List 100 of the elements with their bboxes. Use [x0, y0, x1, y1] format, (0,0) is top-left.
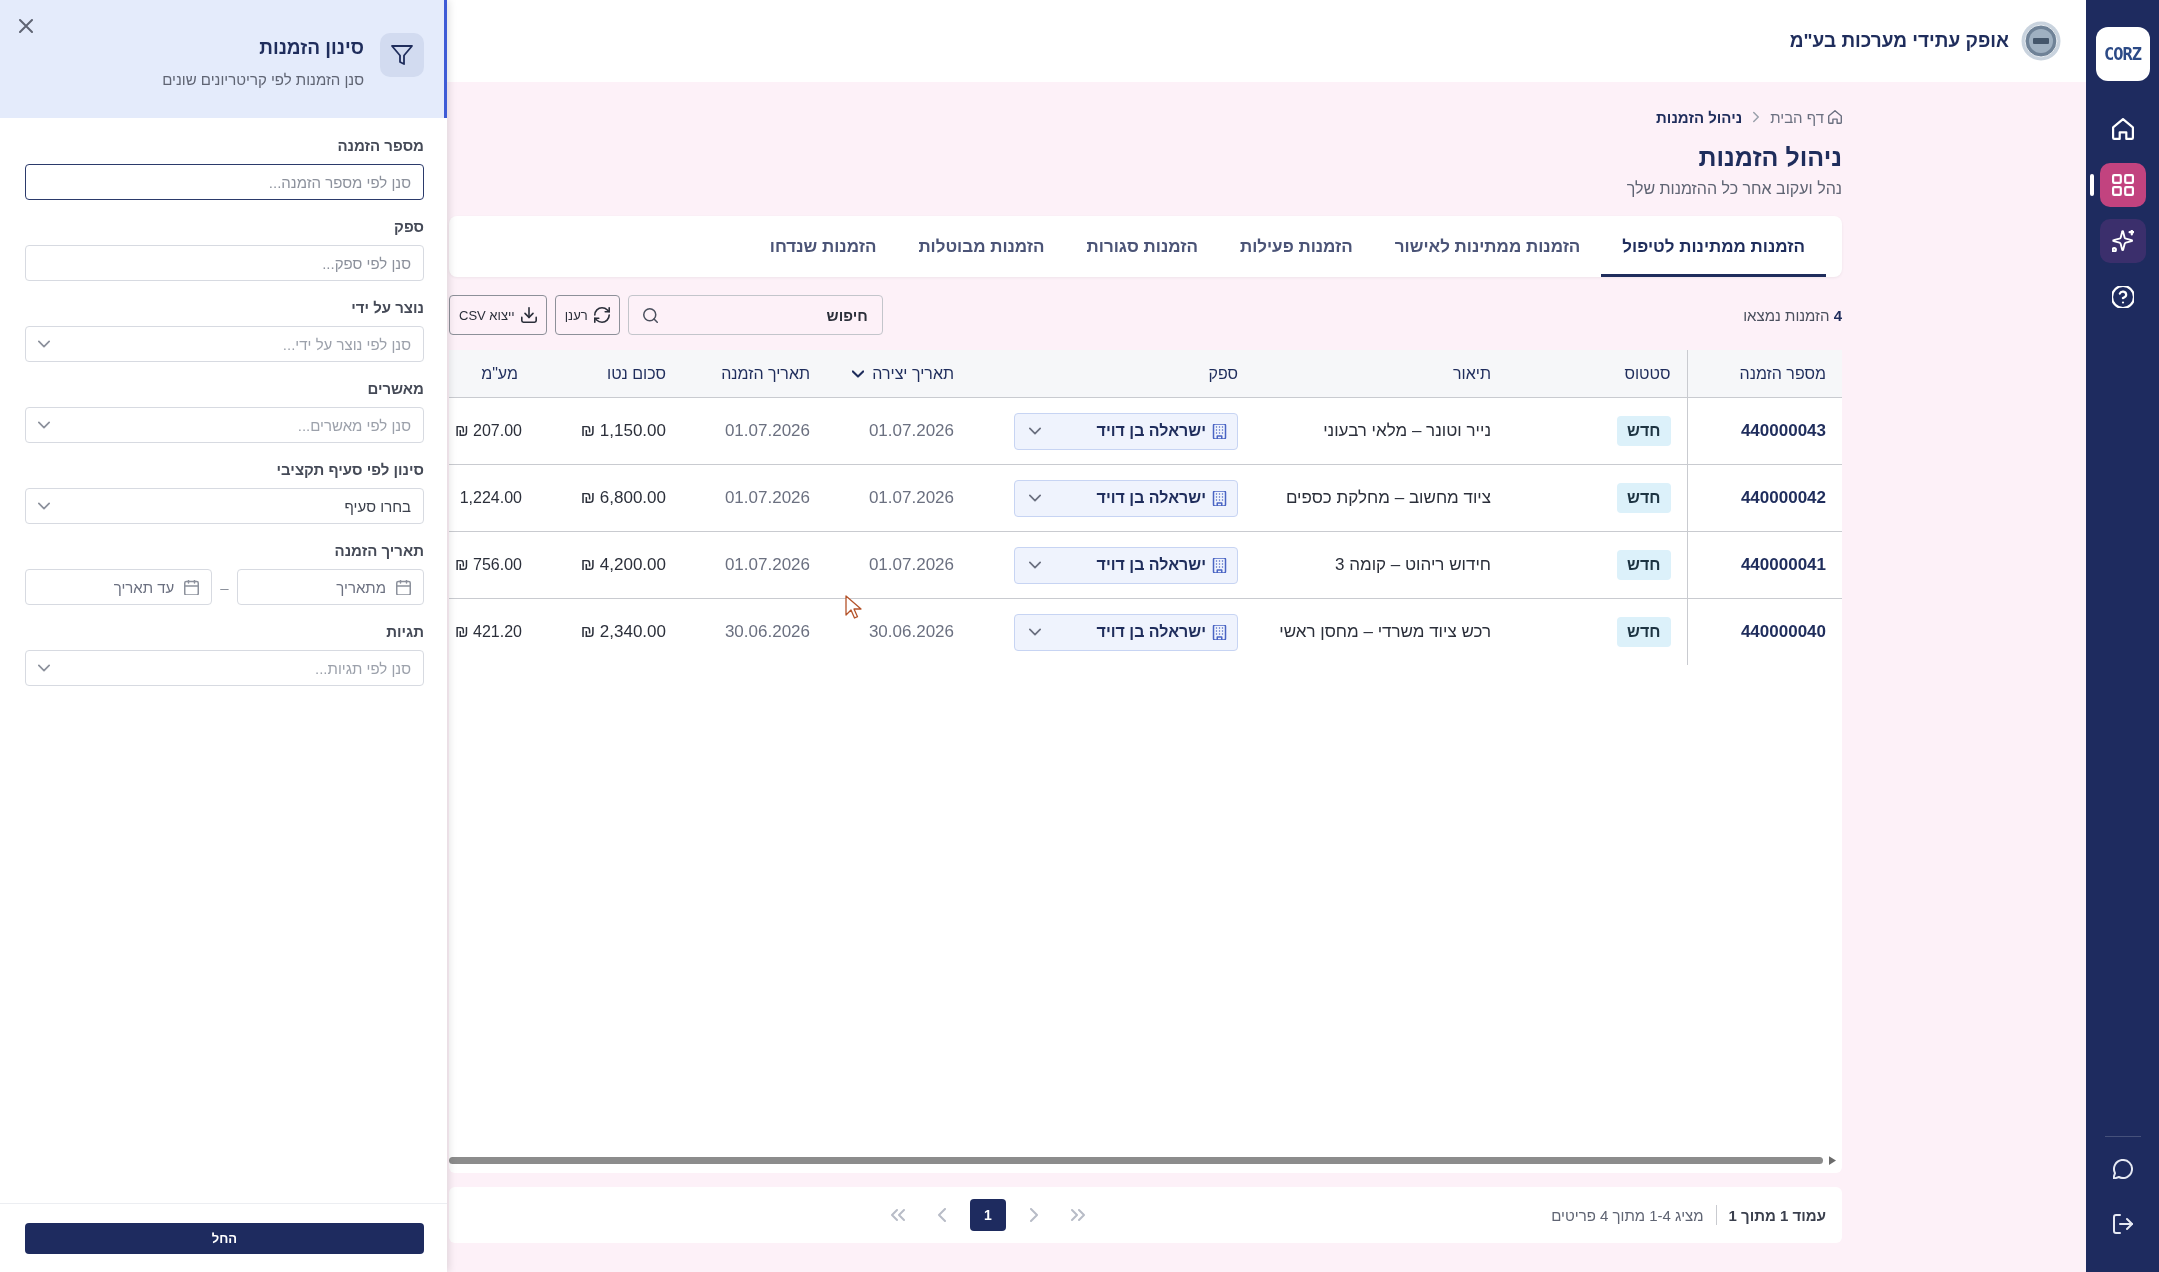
- supplier-select[interactable]: ישראלה בן דויד: [1014, 613, 1238, 651]
- column-header[interactable]: סטטוס: [1507, 350, 1687, 398]
- building-icon: [1212, 557, 1227, 573]
- tab[interactable]: הזמנות מבוטלות: [897, 216, 1066, 277]
- chat-icon: [2112, 1159, 2133, 1179]
- building-icon: [1212, 423, 1227, 439]
- home-icon: [1828, 110, 1842, 124]
- logout-icon: [2112, 1214, 2133, 1234]
- field-label: מאשרים: [366, 379, 424, 399]
- search-icon: [642, 307, 658, 323]
- scroll-arrow-icon: [1829, 1156, 1836, 1165]
- chevron-down-icon: [1029, 559, 1041, 571]
- field-label: תגיות: [385, 622, 424, 642]
- amount-text: 1,150.00 ₪: [580, 421, 666, 440]
- date-text: 01.07.2026: [868, 421, 954, 440]
- tab[interactable]: הזמנות ממתינות לאישור: [1373, 216, 1602, 277]
- chevron-down-icon: [1029, 626, 1041, 638]
- date-text: 01.07.2026: [868, 555, 954, 574]
- description-text: נייר וטונר – מלאי רבעוני: [1323, 421, 1491, 440]
- supplier-select[interactable]: ישראלה בן דויד: [1014, 546, 1238, 584]
- column-header[interactable]: תאריך יצירה: [826, 350, 970, 398]
- chevron-down-icon: [38, 500, 50, 512]
- amount-text: 6,800.00 ₪: [580, 488, 666, 507]
- date-field[interactable]: מתאריך: [236, 569, 424, 605]
- order-number: 440000041: [1740, 555, 1826, 574]
- chevron-down-icon: [38, 419, 50, 431]
- date-text: 01.07.2026: [868, 488, 954, 507]
- column-header[interactable]: ספק: [970, 350, 1254, 398]
- export-button[interactable]: ייצוא CSV: [449, 295, 547, 335]
- amount-text: 1,224.00: [459, 489, 522, 506]
- refresh-icon: [593, 307, 610, 323]
- page-subtitle: נהל ועקוב אחר כל ההזמנות שלך: [1625, 179, 1842, 199]
- amount-text: 207.00 ₪: [455, 422, 522, 439]
- date-text: 01.07.2026: [724, 421, 810, 440]
- nav-button[interactable]: [2099, 163, 2146, 207]
- date-text: 01.07.2026: [724, 555, 810, 574]
- breadcrumb-link[interactable]: דף הבית: [1770, 108, 1842, 126]
- chevron-down-icon: [1029, 492, 1041, 504]
- panel-title: סינון הזמנות: [258, 36, 364, 60]
- page-button[interactable]: 1: [970, 1199, 1006, 1231]
- close-icon: [19, 19, 33, 33]
- chevron-down-icon: [1029, 425, 1041, 437]
- chevron-right-icon: [1027, 1208, 1041, 1222]
- horizontal-scrollbar[interactable]: [449, 1157, 1823, 1164]
- supplier-select[interactable]: ישראלה בן דויד: [1014, 412, 1238, 450]
- range-separator: –: [220, 578, 229, 596]
- tab[interactable]: הזמנות פעילות: [1218, 216, 1374, 277]
- building-icon: [1212, 624, 1227, 640]
- supplier-select[interactable]: ישראלה בן דויד: [1014, 479, 1238, 517]
- column-header[interactable]: מע"מ: [449, 350, 534, 398]
- status-badge: חדש: [1617, 416, 1671, 446]
- input-field[interactable]: סנן לפי מספר הזמנה...: [25, 164, 424, 200]
- date-text: 30.06.2026: [868, 622, 954, 641]
- page-title: ניהול הזמנות: [1697, 142, 1842, 173]
- chevron-down-icon: [38, 338, 50, 350]
- status-badge: חדש: [1617, 550, 1671, 580]
- company-logo-icon: [2021, 21, 2061, 61]
- description-text: ציוד מחשוב – מחלקת כספים: [1285, 488, 1491, 507]
- calendar-icon: [396, 579, 411, 595]
- help-icon: [2111, 286, 2134, 308]
- panel-subtitle: סנן הזמנות לפי קריטריונים שונים: [162, 71, 364, 88]
- filter-icon: [380, 33, 424, 77]
- building-icon: [1212, 490, 1227, 506]
- column-header[interactable]: סכום נטו: [534, 350, 682, 398]
- chevron-left-icon: [935, 1208, 949, 1222]
- date-field[interactable]: עד תאריך: [25, 569, 213, 605]
- description-text: רכש ציוד משרדי – מחסן ראשי: [1279, 622, 1491, 641]
- items-info: מציג 1-4 מתוך 4 פריטים: [1551, 1206, 1704, 1224]
- calendar-icon: [184, 579, 200, 595]
- sparkles-icon: [2111, 230, 2134, 252]
- search-field[interactable]: חיפוש: [627, 295, 883, 335]
- select-field[interactable]: בחרו סעיף: [25, 488, 424, 524]
- refresh-button[interactable]: רענן: [554, 295, 620, 335]
- nav-button[interactable]: [2099, 219, 2146, 263]
- column-header[interactable]: תיאור: [1254, 350, 1507, 398]
- amount-text: 4,200.00 ₪: [580, 555, 666, 574]
- description-text: חידוש ריהוט – קומה 3: [1335, 555, 1491, 574]
- company-name: אופק עתידי מערכות בע"מ: [1789, 30, 2009, 52]
- amount-text: 421.20 ₪: [455, 623, 522, 640]
- chevrons-left-icon: [891, 1208, 905, 1222]
- home-icon: [2111, 118, 2134, 140]
- breadcrumb-link[interactable]: ניהול הזמנות: [1656, 108, 1743, 126]
- grid-icon: [2111, 174, 2134, 196]
- column-header[interactable]: תאריך הזמנה: [682, 350, 826, 398]
- mouse-pointer-icon: [845, 595, 862, 620]
- field-label: תאריך הזמנה: [333, 541, 424, 561]
- field-label: ספק: [393, 217, 424, 237]
- order-number: 440000043: [1740, 421, 1826, 440]
- apply-button[interactable]: החל: [25, 1223, 424, 1254]
- tab[interactable]: הזמנות ממתינות לטיפול: [1601, 216, 1826, 277]
- close-button[interactable]: [17, 17, 35, 35]
- column-header[interactable]: מספר הזמנה: [1687, 350, 1842, 398]
- field-label: נוצר על ידי: [350, 298, 424, 318]
- tab[interactable]: הזמנות שנדחו: [748, 216, 898, 277]
- status-badge: חדש: [1617, 483, 1671, 513]
- order-number: 440000040: [1740, 622, 1826, 641]
- tab[interactable]: הזמנות סגורות: [1065, 216, 1219, 277]
- chevrons-right-icon: [1071, 1208, 1085, 1222]
- amount-text: 756.00 ₪: [455, 556, 522, 573]
- app-logo[interactable]: CORZ: [2095, 27, 2150, 81]
